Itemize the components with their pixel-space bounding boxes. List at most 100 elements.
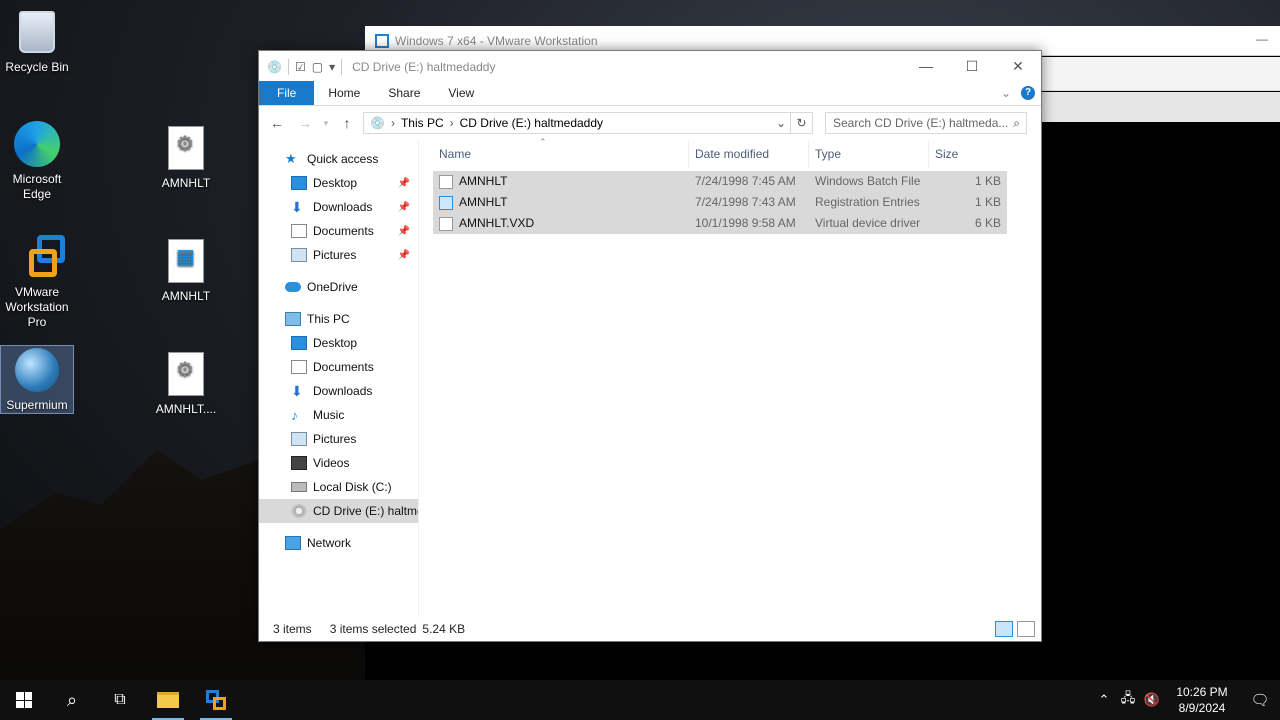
notifications-icon[interactable]: 🗨 — [1240, 691, 1280, 709]
minimize-button[interactable]: — — [903, 51, 949, 81]
folder-icon — [157, 692, 179, 708]
taskbar-file-explorer[interactable] — [144, 680, 192, 720]
ribbon-tabs: File Home Share View ⌄ ? — [259, 81, 1041, 106]
divider — [341, 58, 343, 75]
column-name[interactable]: Name — [433, 141, 689, 167]
desktop-icon-amnhlt-vxd[interactable]: AMNHLT.... — [150, 350, 222, 417]
new-folder-icon[interactable]: ▢ — [312, 60, 323, 74]
volume-muted-icon[interactable]: 🔇 — [1140, 692, 1164, 708]
tab-view[interactable]: View — [434, 81, 488, 105]
nav-label: CD Drive (E:) haltme — [313, 504, 419, 518]
chevron-up-icon[interactable]: ⌃ — [1092, 692, 1116, 708]
batch-file-icon — [162, 124, 210, 172]
file-row[interactable]: AMNHLT 7/24/1998 7:45 AM Windows Batch F… — [433, 171, 1007, 192]
nav-label: OneDrive — [307, 280, 358, 294]
pictures-icon — [291, 248, 307, 262]
nav-network[interactable]: Network — [259, 531, 418, 555]
column-type[interactable]: Type — [809, 141, 929, 167]
driver-file-icon — [162, 350, 210, 398]
network-status-icon[interactable]: 🖧 — [1116, 689, 1140, 711]
task-view-button[interactable]: ⧉ — [96, 680, 144, 720]
divider — [287, 58, 289, 75]
up-button[interactable]: ↑ — [335, 115, 359, 131]
nav-this-pc[interactable]: This PC — [259, 307, 418, 331]
recent-dropdown-icon[interactable]: ▾ — [321, 118, 331, 129]
nav-quick-access[interactable]: ★ Quick access — [259, 147, 418, 171]
back-button[interactable]: ← — [265, 115, 289, 131]
tab-file[interactable]: File — [259, 81, 315, 105]
refresh-button[interactable]: ↻ — [790, 113, 812, 133]
vmware-icon — [13, 233, 65, 281]
clock[interactable]: 10:26 PM 8/9/2024 — [1170, 684, 1234, 716]
windows-logo-icon — [16, 692, 32, 708]
search-icon: ⌕ — [1013, 115, 1020, 130]
file-type: Virtual device driver — [815, 216, 921, 230]
pin-icon: 📌 — [397, 201, 410, 213]
nav-pc-videos[interactable]: Videos — [259, 451, 418, 475]
column-headers: Name Date modified Type Size — [433, 141, 1041, 167]
registry-file-icon — [162, 237, 210, 285]
status-bar: 3 items 3 items selected 5.24 KB — [259, 617, 1041, 641]
quick-access-toolbar: 💿 ☑ ▢ ▾ — [267, 58, 343, 75]
documents-icon — [291, 224, 307, 238]
nav-onedrive[interactable]: OneDrive — [259, 275, 418, 299]
documents-icon — [291, 360, 307, 374]
nav-quick-documents[interactable]: Documents 📌 — [259, 219, 418, 243]
nav-pc-documents[interactable]: Documents — [259, 355, 418, 379]
window-title: CD Drive (E:) haltmedaddy — [352, 59, 496, 74]
large-icons-view-icon[interactable] — [1017, 621, 1035, 637]
expand-ribbon-icon[interactable]: ⌄ — [1001, 86, 1011, 100]
file-explorer-window[interactable]: 💿 ☑ ▢ ▾ CD Drive (E:) haltmedaddy — ☐ ✕ … — [258, 50, 1042, 642]
column-date-modified[interactable]: Date modified — [689, 141, 809, 167]
nav-pc-downloads[interactable]: ⬇ Downloads — [259, 379, 418, 403]
chevron-right-icon[interactable]: › — [450, 116, 454, 130]
search-input[interactable]: Search CD Drive (E:) haltmeda... ⌕ — [825, 112, 1027, 134]
nav-label: Documents — [313, 360, 374, 374]
file-name: AMNHLT — [459, 174, 508, 188]
desktop-icon-recycle-bin[interactable]: Recycle Bin — [1, 8, 73, 75]
downloads-icon: ⬇ — [291, 383, 303, 399]
desktop-icon-supermium[interactable]: Supermium — [0, 345, 74, 414]
nav-pc-local-disk[interactable]: Local Disk (C:) — [259, 475, 418, 499]
explorer-titlebar[interactable]: 💿 ☑ ▢ ▾ CD Drive (E:) haltmedaddy — ☐ ✕ — [259, 51, 1041, 82]
taskbar-vmware[interactable] — [192, 680, 240, 720]
nav-quick-downloads[interactable]: ⬇ Downloads 📌 — [259, 195, 418, 219]
customize-dropdown-icon[interactable]: ▾ — [329, 60, 335, 74]
desktop-icon-amnhlt-reg[interactable]: AMNHLT — [150, 237, 222, 304]
file-row[interactable]: AMNHLT 7/24/1998 7:43 AM Registration En… — [433, 192, 1007, 213]
desktop-icon-amnhlt-bat[interactable]: AMNHLT — [150, 124, 222, 191]
address-bar[interactable]: 💿 › This PC › CD Drive (E:) haltmedaddy … — [363, 112, 813, 134]
file-date: 7/24/1998 7:45 AM — [695, 174, 796, 188]
tab-share[interactable]: Share — [374, 81, 434, 105]
address-dropdown-icon[interactable]: ⌄ — [776, 116, 786, 130]
chevron-right-icon[interactable]: › — [391, 116, 395, 130]
selected-size: 5.24 KB — [422, 622, 466, 636]
file-row[interactable]: AMNHLT.VXD 10/1/1998 9:58 AM Virtual dev… — [433, 213, 1007, 234]
computer-icon — [285, 312, 301, 326]
start-button[interactable] — [0, 680, 48, 720]
nav-pc-desktop[interactable]: Desktop — [259, 331, 418, 355]
forward-button[interactable]: → — [293, 115, 317, 131]
tab-home[interactable]: Home — [314, 81, 374, 105]
desktop-icon-edge[interactable]: Microsoft Edge — [1, 120, 73, 202]
nav-quick-desktop[interactable]: Desktop 📌 — [259, 171, 418, 195]
star-icon: ★ — [285, 151, 297, 166]
maximize-button[interactable]: ☐ — [949, 51, 995, 81]
close-button[interactable]: ✕ — [995, 51, 1041, 81]
music-icon: ♪ — [291, 407, 298, 423]
nav-pc-cd-drive[interactable]: CD Drive (E:) haltme — [259, 499, 418, 523]
nav-pc-music[interactable]: ♪ Music — [259, 403, 418, 427]
desktop-icon-vmware[interactable]: VMware Workstation Pro — [1, 233, 73, 330]
nav-label: Pictures — [313, 432, 357, 446]
breadcrumb-cd-drive[interactable]: CD Drive (E:) haltmedaddy — [460, 116, 603, 130]
nav-pc-pictures[interactable]: Pictures — [259, 427, 418, 451]
properties-icon[interactable]: ☑ — [295, 60, 306, 74]
minimize-icon[interactable]: — — [1256, 32, 1268, 46]
nav-quick-pictures[interactable]: Pictures 📌 — [259, 243, 418, 267]
details-view-icon[interactable] — [995, 621, 1013, 637]
help-icon[interactable]: ? — [1021, 86, 1035, 100]
breadcrumb-this-pc[interactable]: This PC — [401, 116, 444, 130]
search-button[interactable]: ⌕ — [48, 680, 96, 720]
search-placeholder: Search CD Drive (E:) haltmeda... — [833, 116, 1009, 130]
column-size[interactable]: Size — [929, 141, 1005, 167]
